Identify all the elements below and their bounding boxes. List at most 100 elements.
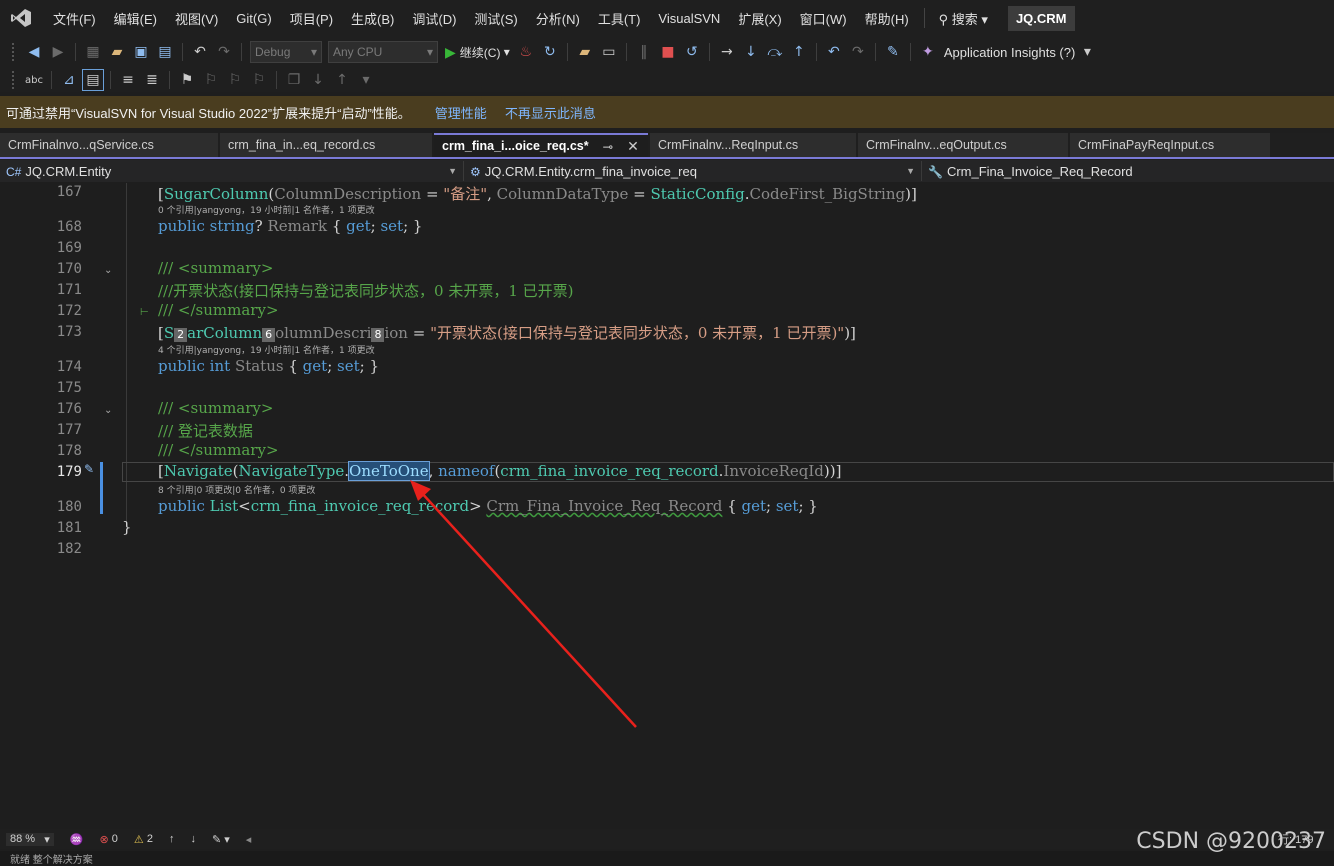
continue-button[interactable]: ▶ 继续(C) ▾ <box>445 44 510 61</box>
step-over-icon[interactable]: ⤼ <box>765 42 785 62</box>
menu-tools[interactable]: 工具(T) <box>589 9 650 28</box>
restart-icon[interactable]: ↻ <box>540 42 560 62</box>
type-dropdown[interactable]: ⚙ JQ.CRM.Entity.crm_fina_invoice_req ▼ <box>464 161 922 181</box>
dismiss-message-link[interactable]: 不再显示此消息 <box>505 103 596 122</box>
tab-crmfinalnv-eqoutput[interactable]: CrmFinalnv...eqOutput.cs <box>858 133 1068 157</box>
member-name: Crm_Fina_Invoice_Req_Record <box>946 163 1133 179</box>
step-out-icon[interactable]: ↑ <box>789 42 809 62</box>
pencil-icon[interactable]: ✎ <box>883 42 903 62</box>
previous-issue-icon[interactable]: ↑ <box>169 833 175 845</box>
copilot-icon[interactable]: ♒ <box>70 833 84 846</box>
menu-build[interactable]: 生成(B) <box>342 9 403 28</box>
zoom-select[interactable]: 88 % ▾ <box>6 832 54 846</box>
next-issue-icon[interactable]: ↓ <box>190 833 196 845</box>
error-icon: ⊗ <box>99 833 109 846</box>
redo-icon[interactable]: ↷ <box>214 42 234 62</box>
menu-view[interactable]: 视图(V) <box>166 9 227 28</box>
move-down-icon[interactable]: ↓ <box>308 70 328 90</box>
tab-label: CrmFinalnv...eqOutput.cs <box>866 138 1007 152</box>
open-folder-icon[interactable]: ▰ <box>107 42 127 62</box>
chevron-down-icon: ▼ <box>906 166 915 176</box>
project-dropdown[interactable]: C# JQ.CRM.Entity ▼ <box>0 161 464 181</box>
menu-visualsvn[interactable]: VisualSVN <box>649 11 729 26</box>
clear-bookmarks-icon[interactable]: ⚐ <box>249 70 269 90</box>
warning-icon: ⚠ <box>133 833 144 846</box>
menu-divider <box>923 8 925 28</box>
visual-studio-logo-icon[interactable] <box>8 5 34 31</box>
menu-project[interactable]: 项目(P) <box>281 9 342 28</box>
info-message: 可通过禁用“VisualSVN for Visual Studio 2022”扩… <box>6 105 411 121</box>
quick-info-icon[interactable]: ⊿ <box>59 70 79 90</box>
restart-debug-icon[interactable]: ↺ <box>682 42 702 62</box>
undo-icon[interactable]: ↶ <box>190 42 210 62</box>
copy-icon[interactable]: ❐ <box>284 70 304 90</box>
menu-analyze[interactable]: 分析(N) <box>527 9 589 28</box>
navigate-back-icon[interactable]: ◀ <box>24 42 44 62</box>
hot-reload-icon[interactable]: ♨ <box>516 42 536 62</box>
bookmark-icon[interactable]: ⚑ <box>177 70 197 90</box>
step-into-icon[interactable]: ↓ <box>741 42 761 62</box>
play-icon: ▶ <box>445 43 456 60</box>
previous-bookmark-icon[interactable]: ⚐ <box>201 70 221 90</box>
parameter-info-icon[interactable]: ▤ <box>82 69 104 91</box>
new-item-icon[interactable]: ▦ <box>83 42 103 62</box>
tab-crmfinalnvo-qservice[interactable]: CrmFinalnvo...qService.cs <box>0 133 218 157</box>
menu-window[interactable]: 窗口(W) <box>791 9 856 28</box>
toolbar-grip[interactable] <box>12 43 18 61</box>
menu-file[interactable]: 文件(F) <box>44 9 105 28</box>
wrench-icon: 🔧 <box>928 164 943 179</box>
browse-folder-icon[interactable]: ▰ <box>575 42 595 62</box>
solution-configuration-select[interactable]: Debug ▾ <box>250 41 322 63</box>
solution-platform-select[interactable]: Any CPU ▾ <box>328 41 438 63</box>
menu-git[interactable]: Git(G) <box>227 11 280 26</box>
navigation-bar: C# JQ.CRM.Entity ▼ ⚙ JQ.CRM.Entity.crm_fina… <box>0 160 1334 182</box>
close-icon[interactable]: ✕ <box>627 138 639 155</box>
toolbar-divider <box>625 43 627 61</box>
tab-crm-fina-i-oice-req[interactable]: crm_fina_i...oice_req.cs* ⊸ ✕ <box>434 133 648 157</box>
pin-icon[interactable]: ⊸ <box>603 139 613 154</box>
chevron-down-icon[interactable]: ▾ <box>356 70 376 90</box>
member-dropdown[interactable]: 🔧 Crm_Fina_Invoice_Req_Record <box>922 161 1334 181</box>
window-layout-icon[interactable]: ▭ <box>599 42 619 62</box>
project-name: JQ.CRM.Entity <box>25 163 112 179</box>
menu-debug[interactable]: 调试(D) <box>403 9 465 28</box>
show-next-statement-icon[interactable]: → <box>717 42 737 62</box>
menu-help[interactable]: 帮助(H) <box>856 9 918 28</box>
code-editor[interactable]: 167 168 169 170 171 172 173 174 175 176 … <box>0 183 1334 829</box>
stop-icon[interactable]: ■ <box>658 42 678 62</box>
errors-indicator[interactable]: ⊗ 0 <box>99 833 117 846</box>
forward-icon[interactable]: ↷ <box>848 42 868 62</box>
back-icon[interactable]: ↶ <box>824 42 844 62</box>
search-button[interactable]: ⚲ 搜索 ▾ <box>931 9 996 28</box>
scroll-left-icon[interactable]: ◂ <box>246 833 252 846</box>
toolbar-divider <box>909 43 911 61</box>
menu-extensions[interactable]: 扩展(X) <box>729 9 790 28</box>
lightbulb-icon: ✦ <box>921 44 934 60</box>
next-bookmark-icon[interactable]: ⚐ <box>225 70 245 90</box>
move-up-icon[interactable]: ↑ <box>332 70 352 90</box>
manage-performance-link[interactable]: 管理性能 <box>435 103 487 122</box>
navigate-forward-icon[interactable]: ▶ <box>48 42 68 62</box>
increase-indent-icon[interactable]: ≣ <box>142 70 162 90</box>
red-arrow-annotation <box>410 480 637 728</box>
tab-crm-fina-in-eq-record[interactable]: crm_fina_in...eq_record.cs <box>220 133 432 157</box>
menu-test[interactable]: 测试(S) <box>465 9 526 28</box>
code-cleanup-icon[interactable]: ✎ ▾ <box>212 833 230 846</box>
tab-crmfinalnv-reqinput[interactable]: CrmFinalnv...ReqInput.cs <box>650 133 856 157</box>
tab-crmfinapayreqinput[interactable]: CrmFinaPayReqInput.cs <box>1070 133 1270 157</box>
chevron-down-icon[interactable]: ▾ <box>1077 42 1097 62</box>
save-all-icon[interactable]: ▤ <box>155 42 175 62</box>
editor-status-bar: 88 % ▾ ♒ ⊗ 0 ⚠ 2 ↑ ↓ ✎ ▾ ◂ 行: 179 <box>0 829 1334 849</box>
zoom-value: 88 % <box>10 833 36 845</box>
pause-icon[interactable]: ‖ <box>634 42 654 62</box>
application-insights-button[interactable]: Application Insights (?) <box>944 45 1076 60</box>
save-icon[interactable]: ▣ <box>131 42 151 62</box>
spell-check-icon[interactable]: abc <box>24 70 44 90</box>
error-count: 0 <box>111 833 118 845</box>
toolbar-grip[interactable] <box>12 71 18 89</box>
menu-edit[interactable]: 编辑(E) <box>105 9 166 28</box>
decrease-indent-icon[interactable]: ≡ <box>118 70 138 90</box>
platform-value: Any CPU <box>333 45 383 59</box>
search-icon: ⚲ <box>938 11 952 27</box>
warnings-indicator[interactable]: ⚠ 2 <box>134 833 153 846</box>
